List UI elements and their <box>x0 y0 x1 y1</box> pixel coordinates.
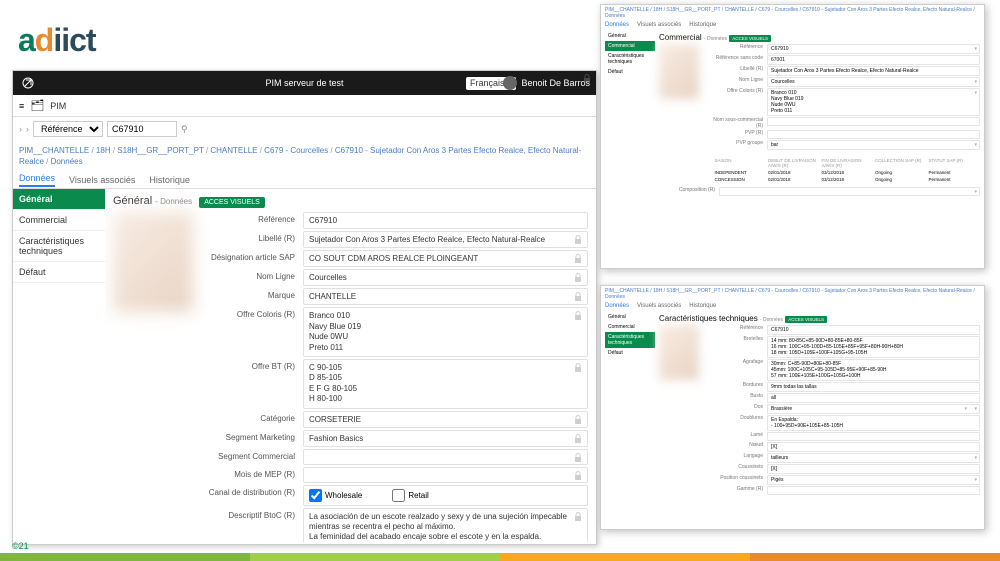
avatar <box>503 76 517 90</box>
field-canal[interactable]: Wholesale Retail <box>303 485 588 506</box>
footer-stripe <box>0 553 1000 561</box>
lock-icon <box>573 512 583 522</box>
search-icon[interactable]: ⚲ <box>181 124 188 135</box>
field-btoc[interactable]: La asociación de un escote realzado y se… <box>303 508 588 543</box>
lock-icon <box>573 292 583 302</box>
field-libelle[interactable]: Sujetador Con Aros 3 Partes Efecto Realc… <box>303 231 588 248</box>
sidemenu-general[interactable]: Général <box>13 189 105 210</box>
field-reference[interactable]: C67910 <box>303 212 588 229</box>
main-content: Général - Données ACCES VISUELS Référenc… <box>105 189 596 542</box>
field-coloris[interactable]: Branco 010 Navy Blue 019 Nude 0WU Preto … <box>303 307 588 357</box>
panel-caracteristiques: PIM__CHANTELLE / 18H / S18H__GR__PORT_PT… <box>600 285 985 530</box>
retail-checkbox[interactable] <box>392 489 405 502</box>
lock-icon <box>573 273 583 283</box>
lock-icon <box>573 254 583 264</box>
lock-icon <box>573 235 583 245</box>
main-window: PIM serveur de test Français▾ Benoit De … <box>12 70 597 545</box>
field-nomligne[interactable]: Courcelles <box>303 269 588 286</box>
sidemenu-caracteristiques[interactable]: Caractéristiques techniques <box>13 231 105 262</box>
panel-commercial: PIM__CHANTELLE / 18H / S18H__GR__PORT_PT… <box>600 4 985 269</box>
app-logo-icon <box>21 76 43 90</box>
tabs: Données Visuels associés Historique <box>13 171 596 189</box>
tab-donnees[interactable]: Données <box>19 173 55 187</box>
lock-icon <box>573 471 583 481</box>
chevron-right-icon[interactable]: › <box>19 124 22 134</box>
footer-logo: ©21 <box>12 541 29 551</box>
field-marque[interactable]: CHANTELLE <box>303 288 588 305</box>
tab-visuels[interactable]: Visuels associés <box>69 175 135 185</box>
toolbar: ≡ 🗂 PIM <box>13 95 596 117</box>
wholesale-checkbox[interactable] <box>309 489 322 502</box>
panel1-table: SAISON DEBUT DE LIVRAISON A/W/S (R) FIN … <box>659 157 980 183</box>
hamburger-icon[interactable]: ≡ <box>19 101 24 111</box>
panel1-thumbnail <box>659 44 699 99</box>
reference-type-select[interactable]: Référence <box>33 121 103 137</box>
breadcrumb: PIM__CHANTELLE / 18H / S18H__GR__PORT_PT… <box>13 141 596 171</box>
field-segment-marketing[interactable]: Fashion Basics <box>303 430 588 447</box>
sidemenu-defaut[interactable]: Défaut <box>13 262 105 283</box>
window-title: PIM serveur de test <box>265 78 343 88</box>
acces-visuels-badge[interactable]: ACCES VISUELS <box>199 197 265 208</box>
product-thumbnail <box>113 212 193 312</box>
reference-input[interactable] <box>107 121 177 137</box>
lock-icon <box>573 311 583 321</box>
brand-logo: adiict <box>18 22 96 59</box>
field-segment-commercial[interactable] <box>303 449 588 465</box>
lock-icon <box>573 434 583 444</box>
titlebar: PIM serveur de test Français▾ Benoit De … <box>13 71 596 95</box>
panel2-tabs: Données Visuels associés Historique <box>601 302 984 310</box>
field-categorie[interactable]: CORSETERIE <box>303 411 588 428</box>
sidemenu-commercial[interactable]: Commercial <box>13 210 105 231</box>
panel2-thumbnail <box>659 325 699 380</box>
panel1-tabs: Données Visuels associés Historique <box>601 21 984 29</box>
panel1-breadcrumb: PIM__CHANTELLE / 18H / S18H__GR__PORT_PT… <box>601 5 984 21</box>
field-mois-mep[interactable] <box>303 467 588 483</box>
chevron-right-icon[interactable]: › <box>26 124 29 134</box>
sidemenu: Général Commercial Caractéristiques tech… <box>13 189 105 542</box>
panel2-breadcrumb: PIM__CHANTELLE / 18H / S18H__GR__PORT_PT… <box>601 286 984 302</box>
field-designation[interactable]: CO SOUT CDM AROS REALCE PLOINGEANT <box>303 250 588 267</box>
lock-icon <box>573 415 583 425</box>
pim-label: PIM <box>50 101 66 111</box>
field-bt[interactable]: C 90-105 D 85-105 E F G 80-105 H 80-100 <box>303 359 588 409</box>
briefcase-icon[interactable]: 🗂 <box>30 99 44 112</box>
search-row: › › Référence ⚲ <box>13 117 596 141</box>
tab-historique[interactable]: Historique <box>149 175 190 185</box>
lock-icon <box>573 453 583 463</box>
user-menu[interactable]: Benoit De Barros <box>503 76 590 90</box>
section-title: Général - Données ACCES VISUELS <box>113 195 588 208</box>
lock-icon <box>573 363 583 373</box>
